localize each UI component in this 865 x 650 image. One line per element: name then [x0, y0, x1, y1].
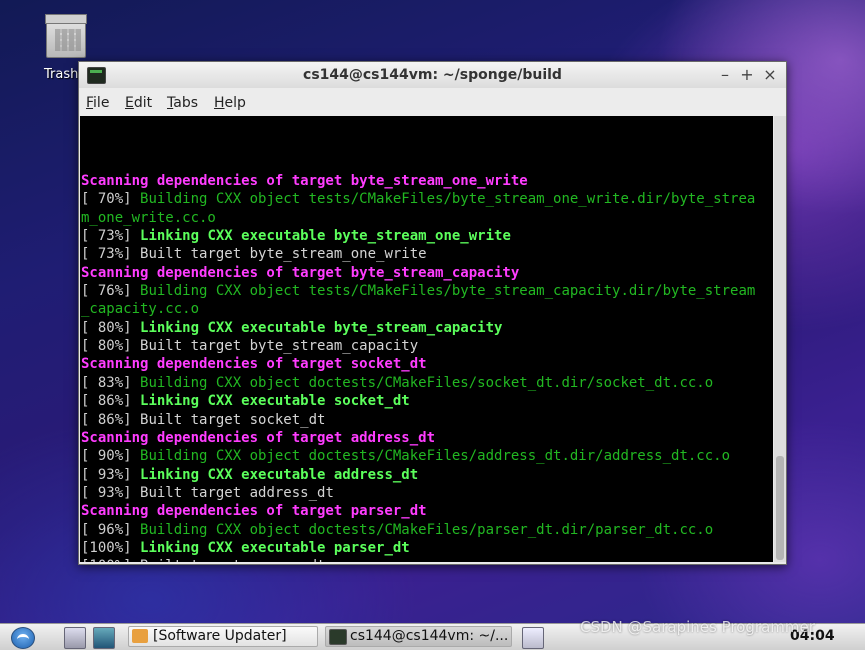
workspace-switcher-icon[interactable] — [522, 627, 544, 649]
terminal-line: _capacity.cc.o — [81, 300, 755, 318]
scan-text: Scanning dependencies of target socket_d… — [81, 356, 427, 373]
built-text: Built target address_dt — [140, 484, 334, 501]
progress-percent: [ 80%] — [81, 338, 141, 355]
terminal-line: [ 76%] Building CXX object tests/CMakeFi… — [81, 282, 755, 300]
menu-tabs[interactable]: Tabs — [167, 95, 198, 111]
trash-icon[interactable] — [44, 12, 88, 58]
menu-edit-mnemonic: E — [125, 95, 134, 111]
taskbar-task-label: cs144@cs144vm: ~/... — [350, 628, 509, 644]
link-text: Linking CXX executable parser_dt — [140, 539, 410, 556]
terminal-lines: Scanning dependencies of target byte_str… — [81, 117, 755, 562]
minimize-button[interactable]: – — [716, 65, 734, 84]
trash-label: Trash — [44, 67, 79, 82]
title-bar[interactable]: cs144@cs144vm: ~/sponge/build – + × — [79, 62, 786, 88]
terminal-line: Scanning dependencies of target socket_d… — [81, 355, 755, 373]
progress-percent: [ 83%] — [81, 374, 141, 391]
build-text: m_one_write.cc.o — [81, 209, 216, 226]
menu-bar: File Edit Tabs Help — [79, 88, 786, 116]
terminal-line: [ 80%] Built target byte_stream_capacity — [81, 337, 755, 355]
terminal-line: [ 73%] Linking CXX executable byte_strea… — [81, 227, 755, 245]
link-text: Linking CXX executable address_dt — [140, 466, 419, 483]
menu-file-mnemonic: F — [86, 95, 94, 111]
terminal-line: Scanning dependencies of target byte_str… — [81, 264, 755, 282]
scan-text: Scanning dependencies of target byte_str… — [81, 173, 528, 190]
progress-percent: [ 73%] — [81, 246, 141, 263]
progress-percent: [ 93%] — [81, 484, 141, 501]
taskbar-task-terminal[interactable]: cs144@cs144vm: ~/... — [325, 626, 512, 647]
terminal-line: [100%] Built target parser_dt — [81, 557, 755, 562]
terminal-line: [ 93%] Built target address_dt — [81, 484, 755, 502]
build-text: Building CXX object tests/CMakeFiles/byt… — [140, 191, 756, 208]
image-viewer-icon[interactable] — [93, 627, 115, 649]
terminal-line: [ 90%] Building CXX object doctests/CMak… — [81, 447, 755, 465]
built-text: Built target parser_dt — [140, 558, 325, 562]
progress-percent: [ 73%] — [81, 228, 141, 245]
terminal-output[interactable]: Scanning dependencies of target byte_str… — [80, 116, 773, 562]
window-title: cs144@cs144vm: ~/sponge/build — [303, 67, 562, 83]
terminal-line: [ 73%] Built target byte_stream_one_writ… — [81, 245, 755, 263]
terminal-line: [ 86%] Linking CXX executable socket_dt — [81, 392, 755, 410]
terminal-scrollbar[interactable] — [774, 116, 786, 562]
updater-icon — [132, 629, 148, 643]
menu-help-label: elp — [224, 95, 246, 111]
scan-text: Scanning dependencies of target byte_str… — [81, 264, 520, 281]
terminal-line: [ 80%] Linking CXX executable byte_strea… — [81, 319, 755, 337]
progress-percent: [ 90%] — [81, 448, 141, 465]
link-text: Linking CXX executable socket_dt — [140, 393, 410, 410]
terminal-line: Scanning dependencies of target address_… — [81, 429, 755, 447]
progress-percent: [ 70%] — [81, 191, 141, 208]
menu-edit[interactable]: Edit — [125, 95, 152, 111]
progress-percent: [100%] — [81, 558, 140, 562]
terminal-line: [ 86%] Built target socket_dt — [81, 411, 755, 429]
terminal-line: m_one_write.cc.o — [81, 209, 755, 227]
terminal-line: [ 93%] Linking CXX executable address_dt — [81, 466, 755, 484]
progress-percent: [ 93%] — [81, 466, 141, 483]
terminal-line: Scanning dependencies of target byte_str… — [81, 172, 755, 190]
menu-help[interactable]: Help — [214, 95, 246, 111]
build-text: _capacity.cc.o — [81, 301, 200, 318]
build-text: Building CXX object doctests/CMakeFiles/… — [140, 448, 731, 465]
menu-edit-label: dit — [133, 95, 153, 111]
terminal-line: [ 70%] Building CXX object tests/CMakeFi… — [81, 190, 755, 208]
taskbar-task-software-updater[interactable]: [Software Updater] — [128, 626, 318, 647]
scan-text: Scanning dependencies of target address_… — [81, 429, 436, 446]
built-text: Built target byte_stream_capacity — [140, 338, 419, 355]
maximize-button[interactable]: + — [738, 65, 756, 84]
close-button[interactable]: × — [761, 65, 779, 84]
file-manager-icon[interactable] — [64, 627, 86, 649]
terminal-line: Scanning dependencies of target parser_d… — [81, 502, 755, 520]
taskbar-task-label: [Software Updater] — [153, 628, 287, 644]
built-text: Built target socket_dt — [140, 411, 326, 428]
terminal-window: cs144@cs144vm: ~/sponge/build – + × File… — [78, 61, 787, 565]
progress-percent: [ 80%] — [81, 319, 141, 336]
built-text: Built target byte_stream_one_write — [140, 246, 427, 263]
menu-tabs-label: abs — [173, 95, 198, 111]
scrollbar-thumb[interactable] — [776, 456, 784, 560]
terminal-icon — [329, 629, 347, 645]
scan-text: Scanning dependencies of target parser_d… — [81, 503, 427, 520]
menu-help-mnemonic: H — [214, 95, 225, 111]
build-text: Building CXX object tests/CMakeFiles/byt… — [140, 283, 756, 300]
progress-percent: [ 86%] — [81, 411, 141, 428]
watermark: CSDN @Sarapines Programmer — [580, 618, 815, 636]
build-text: Building CXX object doctests/CMakeFiles/… — [140, 374, 714, 391]
build-text: Building CXX object doctests/CMakeFiles/… — [140, 521, 714, 538]
progress-percent: [100%] — [81, 539, 141, 556]
terminal-line: [ 83%] Building CXX object doctests/CMak… — [81, 374, 755, 392]
link-text: Linking CXX executable byte_stream_capac… — [140, 319, 503, 336]
start-menu-icon[interactable] — [9, 626, 37, 649]
link-text: Linking CXX executable byte_stream_one_w… — [140, 228, 511, 245]
progress-percent: [ 86%] — [81, 393, 141, 410]
terminal-line: [ 96%] Building CXX object doctests/CMak… — [81, 521, 755, 539]
menu-file-label: ile — [93, 95, 110, 111]
terminal-line: [100%] Linking CXX executable parser_dt — [81, 539, 755, 557]
menu-file[interactable]: File — [86, 95, 109, 111]
progress-percent: [ 96%] — [81, 521, 141, 538]
progress-percent: [ 76%] — [81, 283, 141, 300]
